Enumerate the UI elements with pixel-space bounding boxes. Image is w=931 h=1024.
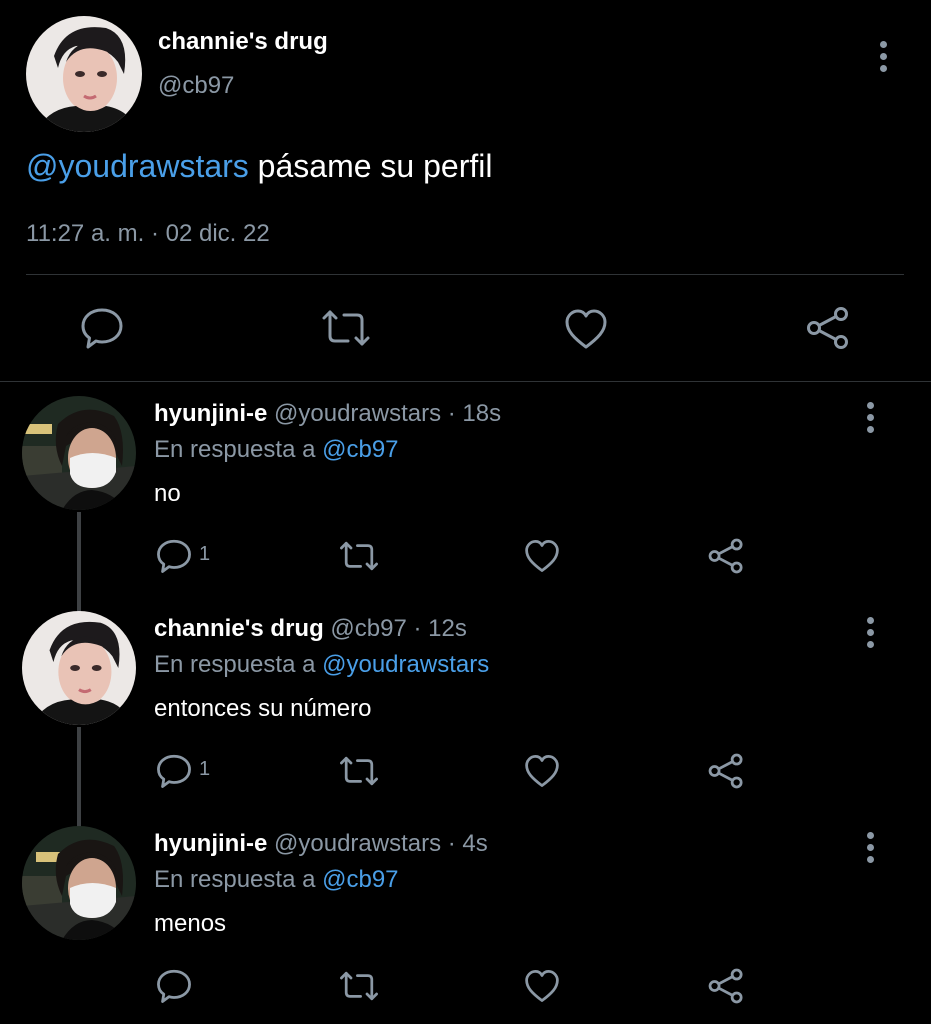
mention-link[interactable]: @youdrawstars (322, 651, 489, 678)
more-options-icon[interactable] (867, 617, 875, 651)
tweet-text: no (154, 480, 181, 507)
reply-context: En respuesta a @cb97 (154, 436, 399, 464)
more-options-icon[interactable] (867, 402, 875, 436)
mention-link[interactable]: @cb97 (322, 866, 398, 893)
main-tweet: channie's drug @cb97 @youdrawstars pásam… (0, 0, 931, 382)
retweet-icon[interactable] (338, 755, 380, 787)
handle-and-time: @youdrawstars · 4s (267, 830, 488, 857)
more-options-icon[interactable] (867, 832, 875, 866)
like-icon[interactable] (524, 969, 560, 1003)
reply-icon[interactable] (156, 538, 192, 574)
mention-link[interactable]: @youdrawstars (26, 148, 249, 184)
like-icon[interactable] (524, 754, 560, 788)
avatar[interactable] (26, 16, 142, 132)
reply-prefix: En respuesta a (154, 866, 323, 893)
share-icon[interactable] (708, 968, 744, 1004)
retweet-icon[interactable] (338, 970, 380, 1002)
share-icon[interactable] (806, 306, 850, 350)
handle-and-time: @youdrawstars · 18s (267, 400, 502, 427)
reply-header: hyunjini-e @youdrawstars · 4s (154, 830, 488, 858)
display-name[interactable]: hyunjini-e (154, 830, 267, 857)
reply-prefix: En respuesta a (154, 436, 323, 463)
avatar[interactable] (22, 611, 136, 725)
retweet-icon[interactable] (338, 540, 380, 572)
timestamp[interactable]: 11:27 a. m. · 02 dic. 22 (26, 220, 270, 248)
display-name[interactable]: hyunjini-e (154, 400, 267, 427)
handle[interactable]: @cb97 (158, 72, 234, 100)
like-icon[interactable] (564, 308, 608, 350)
share-icon[interactable] (708, 753, 744, 789)
tweet-text: entonces su número (154, 695, 372, 722)
reply-tweet[interactable]: hyunjini-e @youdrawstars · 4s En respues… (0, 826, 931, 1024)
reply-context: En respuesta a @cb97 (154, 866, 399, 894)
tweet-text: menos (154, 910, 227, 937)
next-reply-partial (0, 1018, 931, 1024)
reply-header: channie's drug @cb97 · 12s (154, 615, 467, 643)
tweet-body: pásame su perfil (248, 148, 493, 184)
display-name[interactable]: channie's drug (154, 615, 324, 642)
retweet-icon[interactable] (320, 308, 372, 348)
mention-link[interactable]: @cb97 (322, 436, 398, 463)
reply-icon[interactable] (156, 968, 192, 1004)
reply-count: 1 (199, 758, 211, 780)
avatar[interactable] (22, 826, 136, 940)
handle-and-time: @cb97 · 12s (323, 615, 467, 642)
divider (0, 381, 931, 382)
like-icon[interactable] (524, 539, 560, 573)
share-icon[interactable] (708, 538, 744, 574)
reply-context: En respuesta a @youdrawstars (154, 651, 489, 679)
tweet-text: @youdrawstars pásame su perfil (26, 148, 492, 185)
reply-header: hyunjini-e @youdrawstars · 18s (154, 400, 501, 428)
more-options-icon[interactable] (880, 41, 888, 75)
thread-connector (77, 727, 81, 827)
reply-tweet[interactable]: hyunjini-e @youdrawstars · 18s En respue… (0, 396, 931, 612)
reply-icon[interactable] (156, 753, 192, 789)
divider (26, 274, 904, 275)
display-name[interactable]: channie's drug (158, 28, 328, 56)
reply-tweet[interactable]: channie's drug @cb97 · 12s En respuesta … (0, 611, 931, 827)
thread-connector (77, 512, 81, 612)
reply-prefix: En respuesta a (154, 651, 323, 678)
reply-count: 1 (199, 543, 211, 565)
reply-icon[interactable] (80, 306, 124, 350)
avatar[interactable] (22, 396, 136, 510)
tweet-thread-screen: channie's drug @cb97 @youdrawstars pásam… (0, 0, 931, 1024)
